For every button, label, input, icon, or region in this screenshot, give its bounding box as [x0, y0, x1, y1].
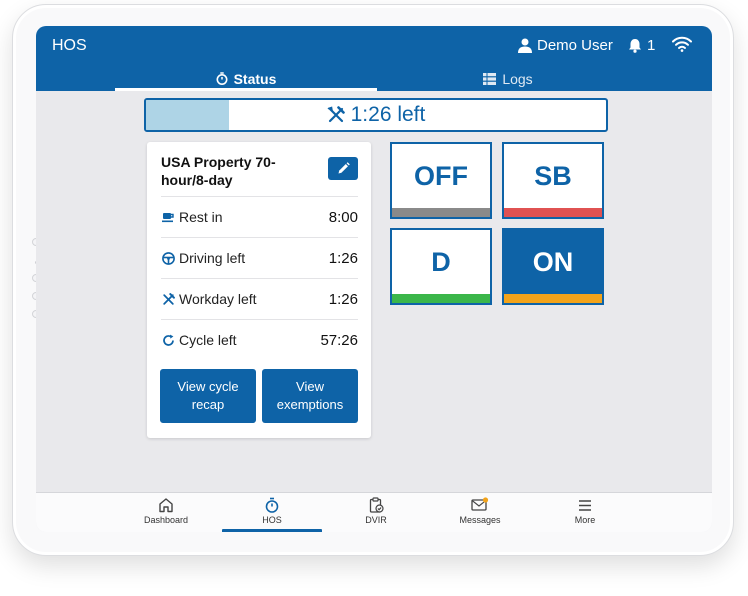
bell-icon [629, 39, 641, 53]
time-left-progress: 1:26 left [144, 98, 608, 132]
clipboard-check-icon [369, 497, 384, 513]
user-menu[interactable]: Demo User [518, 37, 613, 54]
stopwatch-icon [216, 72, 228, 85]
mail-icon [471, 497, 489, 511]
steering-wheel-icon [161, 251, 175, 265]
duty-sb-stripe [504, 208, 602, 217]
nav-hos-label: HOS [262, 515, 282, 525]
duty-sb-button[interactable]: SB [502, 142, 604, 219]
progress-label: 1:26 left [146, 100, 606, 130]
nav-messages[interactable]: Messages [430, 497, 530, 525]
cycle-left-value: 57:26 [320, 331, 358, 349]
duty-off-stripe [392, 208, 490, 217]
active-tab-indicator [115, 88, 377, 91]
wifi-icon [672, 36, 692, 57]
home-icon [159, 498, 173, 513]
app-title: HOS [52, 37, 87, 54]
view-exemptions-button[interactable]: View exemptions [262, 369, 358, 423]
duty-d-stripe [392, 294, 490, 303]
ruleset-card: USA Property 70-hour/8-day Rest in 8:00 [147, 142, 371, 438]
ruleset-title: USA Property 70-hour/8-day [161, 154, 276, 188]
tools-icon [327, 106, 345, 123]
app-screen: HOS Demo User 1 Status Logs 1:26 left US… [36, 26, 712, 532]
notification-count: 1 [647, 37, 656, 54]
workday-left-row: Workday left 1:26 [161, 278, 358, 319]
rest-in-label: Rest in [179, 209, 223, 225]
hamburger-icon [579, 500, 591, 511]
notifications-button[interactable]: 1 [628, 37, 655, 54]
nav-messages-label: Messages [459, 515, 501, 525]
pencil-icon [338, 162, 350, 174]
progress-text: 1:26 left [350, 103, 426, 126]
bottom-nav: Dashboard HOS DVIR Messages More [36, 492, 712, 532]
rest-in-value: 8:00 [328, 208, 358, 226]
workday-left-value: 1:26 [328, 290, 358, 308]
nav-dvir-label: DVIR [365, 515, 387, 525]
top-bar: HOS Demo User 1 Status Logs [36, 26, 712, 91]
coffee-icon [161, 210, 175, 224]
rest-in-row: Rest in 8:00 [161, 196, 358, 237]
tab-logs-label: Logs [502, 70, 533, 87]
nav-more[interactable]: More [535, 497, 635, 525]
user-name: Demo User [537, 37, 613, 54]
duty-on-button[interactable]: ON [502, 228, 604, 305]
edit-ruleset-button[interactable] [328, 157, 358, 180]
driving-left-row: Driving left 1:26 [161, 237, 358, 278]
tools-icon [161, 292, 175, 306]
cycle-icon [161, 333, 175, 347]
stopwatch-icon [265, 497, 279, 513]
duty-sb-label: SB [534, 161, 572, 191]
duty-d-button[interactable]: D [390, 228, 492, 305]
duty-on-stripe [504, 294, 602, 303]
tab-logs[interactable]: Logs [377, 66, 639, 91]
nav-more-label: More [574, 515, 596, 525]
nav-active-indicator [222, 529, 322, 532]
duty-off-label: OFF [414, 161, 468, 191]
cycle-left-row: Cycle left 57:26 [161, 319, 358, 360]
driving-left-label: Driving left [179, 250, 246, 266]
user-icon [518, 38, 532, 53]
driving-left-value: 1:26 [328, 249, 358, 267]
duty-on-label: ON [532, 247, 574, 277]
nav-dashboard[interactable]: Dashboard [116, 497, 216, 525]
duty-off-button[interactable]: OFF [390, 142, 492, 219]
list-icon [483, 72, 497, 85]
workday-left-label: Workday left [179, 291, 257, 307]
duty-d-label: D [431, 247, 451, 277]
tab-status-label: Status [233, 70, 277, 87]
view-cycle-recap-button[interactable]: View cycle recap [160, 369, 256, 423]
nav-dvir[interactable]: DVIR [326, 497, 426, 525]
cycle-left-label: Cycle left [179, 332, 237, 348]
nav-dashboard-label: Dashboard [143, 515, 189, 525]
nav-hos[interactable]: HOS [222, 497, 322, 525]
